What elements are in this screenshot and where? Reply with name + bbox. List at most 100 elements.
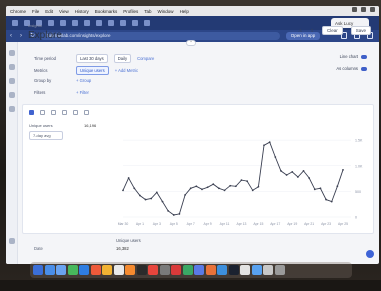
data-point[interactable] <box>189 187 192 190</box>
data-point[interactable] <box>257 185 260 188</box>
data-point[interactable] <box>325 198 327 201</box>
breadcrumb[interactable]: Insights <box>28 23 42 28</box>
data-point[interactable] <box>155 191 158 194</box>
tab-favicon-icon[interactable] <box>60 20 66 26</box>
data-point[interactable] <box>144 198 147 201</box>
add-metric-button[interactable]: + Add Metric <box>115 68 138 73</box>
add-filter-button[interactable]: + Filter <box>76 90 89 95</box>
menu-file[interactable]: File <box>32 9 39 14</box>
figma-icon[interactable] <box>205 265 216 275</box>
data-point[interactable] <box>167 209 170 212</box>
finder-icon[interactable] <box>33 265 43 275</box>
line-chart[interactable]: 1.5K 1.0K 500 0 Mar 30 Apr 1 Apr 3 Apr 5 Apr 7 Ap… <box>23 105 375 235</box>
data-point[interactable] <box>308 177 311 179</box>
chart-icon[interactable] <box>9 78 15 84</box>
tab-favicon-icon[interactable] <box>120 20 126 26</box>
reminders-icon[interactable] <box>113 265 124 275</box>
data-point[interactable] <box>195 185 198 188</box>
data-point[interactable] <box>246 180 249 183</box>
data-point[interactable] <box>296 176 299 178</box>
data-point[interactable] <box>150 197 153 200</box>
settings-app-icon[interactable] <box>159 265 170 275</box>
save-button[interactable]: Save <box>350 26 371 35</box>
data-point[interactable] <box>251 189 254 192</box>
data-point[interactable] <box>161 200 164 203</box>
tab-favicon-icon[interactable] <box>108 20 114 26</box>
wifi-icon[interactable] <box>352 7 357 12</box>
appstore-icon[interactable] <box>251 265 262 275</box>
menu-chrome[interactable]: Chrome <box>10 9 26 14</box>
data-point[interactable] <box>133 187 136 190</box>
menu-edit[interactable]: Edit <box>45 9 53 14</box>
tab-favicon-icon[interactable] <box>96 20 102 26</box>
downloads-icon[interactable] <box>263 265 273 275</box>
messages-icon[interactable] <box>67 265 78 275</box>
menu-history[interactable]: History <box>75 9 89 14</box>
home-icon[interactable] <box>9 50 15 56</box>
menu-window[interactable]: Window <box>158 9 174 14</box>
add-group-button[interactable]: + Group <box>76 78 91 83</box>
data-point[interactable] <box>223 189 226 192</box>
as-columns-toggle[interactable]: As columns <box>336 66 367 71</box>
data-point[interactable] <box>319 187 322 190</box>
textedit-icon[interactable] <box>240 265 250 275</box>
series-line[interactable] <box>122 141 344 216</box>
data-point[interactable] <box>234 185 237 188</box>
trash-icon[interactable] <box>274 265 285 275</box>
data-point[interactable] <box>178 213 181 215</box>
metric-chip[interactable]: Unique users <box>76 66 109 75</box>
data-point[interactable] <box>336 185 339 188</box>
back-icon[interactable]: ‹ <box>10 33 15 39</box>
safari-icon[interactable] <box>56 265 66 275</box>
music-icon[interactable] <box>171 265 181 275</box>
data-point[interactable] <box>201 188 203 191</box>
photos-icon[interactable] <box>125 265 135 275</box>
data-point[interactable] <box>313 188 316 191</box>
data-point[interactable] <box>122 189 124 192</box>
terminal-icon[interactable] <box>136 265 147 275</box>
data-point[interactable] <box>268 141 271 144</box>
chrome-icon[interactable] <box>148 265 158 275</box>
data-point[interactable] <box>302 169 305 172</box>
undo-icon[interactable]: ⚠ <box>298 28 302 34</box>
menu-tab[interactable]: Tab <box>144 9 151 14</box>
compare-toggle[interactable]: Compare <box>137 56 154 61</box>
settings-icon[interactable] <box>9 106 15 112</box>
mail-icon[interactable] <box>79 265 89 275</box>
menu-help[interactable]: Help <box>180 9 189 14</box>
collapse-query-button[interactable]: ⌃ <box>186 40 196 46</box>
maps-icon[interactable] <box>182 265 193 275</box>
clock-icon[interactable] <box>370 7 375 12</box>
chat-bubble-button[interactable] <box>366 250 374 258</box>
data-point[interactable] <box>263 144 265 147</box>
tab-favicon-icon[interactable] <box>72 20 78 26</box>
url-field[interactable]: hub.metlab.com/insights/explore <box>40 32 280 40</box>
battery-icon[interactable] <box>361 7 366 12</box>
data-point[interactable] <box>274 156 277 158</box>
tab-favicon-icon[interactable] <box>48 20 54 26</box>
clear-button[interactable]: Clear <box>321 26 343 35</box>
data-point[interactable] <box>285 174 288 176</box>
data-point[interactable] <box>330 200 333 203</box>
granularity-select[interactable]: Daily <box>113 54 132 63</box>
data-point[interactable] <box>184 194 186 196</box>
data-point[interactable] <box>240 179 243 181</box>
data-point[interactable] <box>206 186 209 189</box>
line-chart-toggle[interactable]: Line chart <box>340 54 367 59</box>
data-point[interactable] <box>291 171 294 173</box>
users-icon[interactable] <box>9 92 15 98</box>
data-point[interactable] <box>172 214 175 216</box>
data-point[interactable] <box>127 177 130 179</box>
launchpad-icon[interactable] <box>44 265 55 275</box>
tab-favicon-icon[interactable] <box>144 20 150 26</box>
menu-profiles[interactable]: Profiles <box>123 9 138 14</box>
tab-favicon-icon[interactable] <box>132 20 138 26</box>
menu-bookmarks[interactable]: Bookmarks <box>95 9 118 14</box>
search-icon[interactable] <box>9 64 15 70</box>
data-point[interactable] <box>342 168 344 171</box>
calendar-icon[interactable] <box>90 265 101 275</box>
vscode-icon[interactable] <box>228 265 239 275</box>
data-point[interactable] <box>139 194 141 197</box>
zoom-icon[interactable] <box>217 265 227 275</box>
data-point[interactable] <box>217 187 220 190</box>
